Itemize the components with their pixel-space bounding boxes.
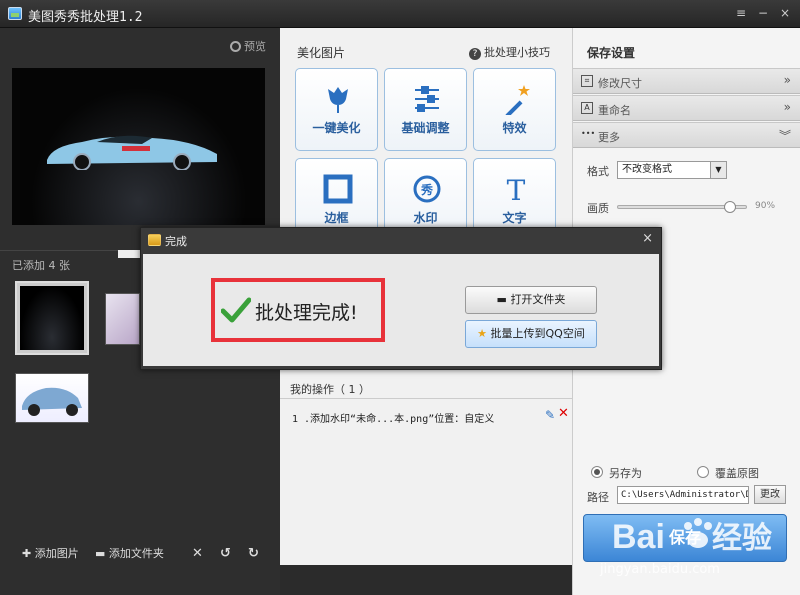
complete-dialog: 完成 × 批处理完成! ▬ 打开文件夹 ★ 批量上传到QQ空间 <box>140 227 662 370</box>
svg-text:T: T <box>507 174 526 205</box>
tool-label: 水印 <box>413 211 438 225</box>
section-more[interactable]: ••• 更多 ︾ <box>573 122 800 148</box>
tool-effects[interactable]: 特效 <box>473 68 556 151</box>
app-icon <box>8 7 22 20</box>
change-path-button[interactable]: 更改 <box>754 485 786 504</box>
section-rename[interactable]: A 重命名 » <box>573 95 800 121</box>
add-image-button[interactable]: ✚ 添加图片 <box>22 545 79 561</box>
preview-label: 预览 <box>244 40 266 53</box>
question-icon: ? <box>469 48 481 60</box>
upload-qzone-label: 批量上传到QQ空间 <box>490 327 585 340</box>
rotate-right-icon[interactable]: ↻ <box>248 546 259 561</box>
plus-icon: ✚ <box>22 547 35 560</box>
save-button[interactable]: 保存 <box>583 514 787 562</box>
tool-label: 一键美化 <box>312 121 361 135</box>
format-select[interactable]: 不改变格式 ▼ <box>617 161 727 179</box>
path-input[interactable]: C:\Users\Administrator\De: <box>617 486 749 504</box>
my-operations-header: 我的操作（ 1 ） <box>290 383 370 396</box>
section-label: 更多 <box>598 131 620 144</box>
title-bar: 美图秀秀批处理1.2 ≡ − × <box>0 0 800 28</box>
window-title: 美图秀秀批处理1.2 <box>28 10 143 25</box>
overwrite-radio[interactable] <box>697 466 709 478</box>
tool-label: 边框 <box>324 211 349 225</box>
section-label: 修改尺寸 <box>598 77 642 90</box>
completion-message: 批处理完成! <box>255 302 358 324</box>
dialog-body: 批处理完成! ▬ 打开文件夹 ★ 批量上传到QQ空间 <box>143 254 659 366</box>
rename-icon: A <box>581 102 593 114</box>
tips-link[interactable]: ? 批处理小技巧 <box>469 44 550 60</box>
dialog-app-icon <box>148 234 161 246</box>
preview-button[interactable]: 预览 <box>230 38 266 54</box>
section-label: 重命名 <box>598 104 631 117</box>
overwrite-label: 覆盖原图 <box>715 467 759 480</box>
collapse-handle[interactable] <box>118 250 140 258</box>
watermark-site: jingyan.baidu.com <box>600 562 720 577</box>
add-folder-label: 添加文件夹 <box>108 547 164 560</box>
sliders-icon <box>415 86 439 112</box>
tulip-icon <box>328 87 348 113</box>
thumbnail-image <box>22 387 82 416</box>
folder-icon: ▬ <box>95 547 109 560</box>
left-toolbar: ✚ 添加图片 ▬ 添加文件夹 ✕ ↺ ↻ <box>0 538 280 568</box>
menu-icon[interactable]: ≡ <box>733 5 749 21</box>
operation-item: 1 .添加水印“未命...本.png”位置：自定义 <box>292 414 495 425</box>
open-folder-button[interactable]: ▬ 打开文件夹 <box>465 286 597 314</box>
quality-label: 画质 <box>587 202 609 215</box>
added-count: 已添加 4 张 <box>12 259 70 272</box>
beautify-header: 美化图片 <box>297 46 346 60</box>
thumbnail-3[interactable] <box>15 373 89 423</box>
divider <box>280 398 572 399</box>
save-as-label: 另存为 <box>609 467 642 480</box>
add-folder-button[interactable]: ▬ 添加文件夹 <box>95 545 164 561</box>
save-settings-header: 保存设置 <box>587 46 636 60</box>
tool-one-click[interactable]: 一键美化 <box>295 68 378 151</box>
dialog-title-bar: 完成 × <box>141 228 661 252</box>
delete-icon[interactable]: ✕ <box>558 406 569 421</box>
minimize-icon[interactable]: − <box>755 5 771 21</box>
format-label: 格式 <box>587 165 609 178</box>
text-icon: T <box>507 174 526 205</box>
delete-icon[interactable]: ✕ <box>192 546 203 561</box>
tool-label: 文字 <box>502 211 527 225</box>
tips-label: 批处理小技巧 <box>484 46 550 59</box>
slider-knob[interactable] <box>724 201 737 213</box>
chevron-right-icon: » <box>783 73 791 87</box>
section-resize[interactable]: ⌗ 修改尺寸 » <box>573 68 800 94</box>
magnifier-icon <box>230 41 241 52</box>
close-icon[interactable]: × <box>642 231 653 246</box>
quality-value: 90% <box>755 201 776 211</box>
magic-wand-icon <box>505 85 530 115</box>
chevron-down-icon: ︾ <box>778 129 791 143</box>
tool-label: 基础调整 <box>401 121 450 135</box>
quality-slider[interactable] <box>617 201 747 213</box>
car-image <box>47 135 217 170</box>
folder-icon: ▬ <box>496 293 511 306</box>
thumbnail-1[interactable] <box>15 281 89 355</box>
path-label: 路径 <box>587 491 609 504</box>
add-image-label: 添加图片 <box>34 547 79 560</box>
open-folder-label: 打开文件夹 <box>510 293 566 306</box>
checkmark-icon <box>221 297 251 323</box>
dialog-title: 完成 <box>165 235 187 248</box>
save-as-radio[interactable] <box>591 466 603 478</box>
tool-label: 特效 <box>502 121 527 135</box>
chevron-right-icon: » <box>783 100 791 114</box>
thumbnail-image <box>20 286 84 350</box>
watermark-icon: 秀 <box>413 175 441 203</box>
star-icon: ★ <box>477 327 491 340</box>
crop-icon: ⌗ <box>581 75 593 87</box>
pencil-icon[interactable]: ✎ <box>545 408 555 422</box>
rotate-left-icon[interactable]: ↺ <box>220 546 231 561</box>
frame-icon <box>323 174 353 204</box>
close-icon[interactable]: × <box>777 5 793 21</box>
completion-highlight: 批处理完成! <box>211 278 385 342</box>
upload-qzone-button[interactable]: ★ 批量上传到QQ空间 <box>465 320 597 348</box>
dropdown-arrow-icon: ▼ <box>710 162 726 178</box>
tool-basic-adjust[interactable]: 基础调整 <box>384 68 467 151</box>
svg-text:秀: 秀 <box>420 182 434 197</box>
format-value: 不改变格式 <box>622 164 672 175</box>
main-preview-image <box>12 68 265 225</box>
more-dots-icon: ••• <box>581 129 596 138</box>
thumbnail-2[interactable] <box>105 293 140 345</box>
